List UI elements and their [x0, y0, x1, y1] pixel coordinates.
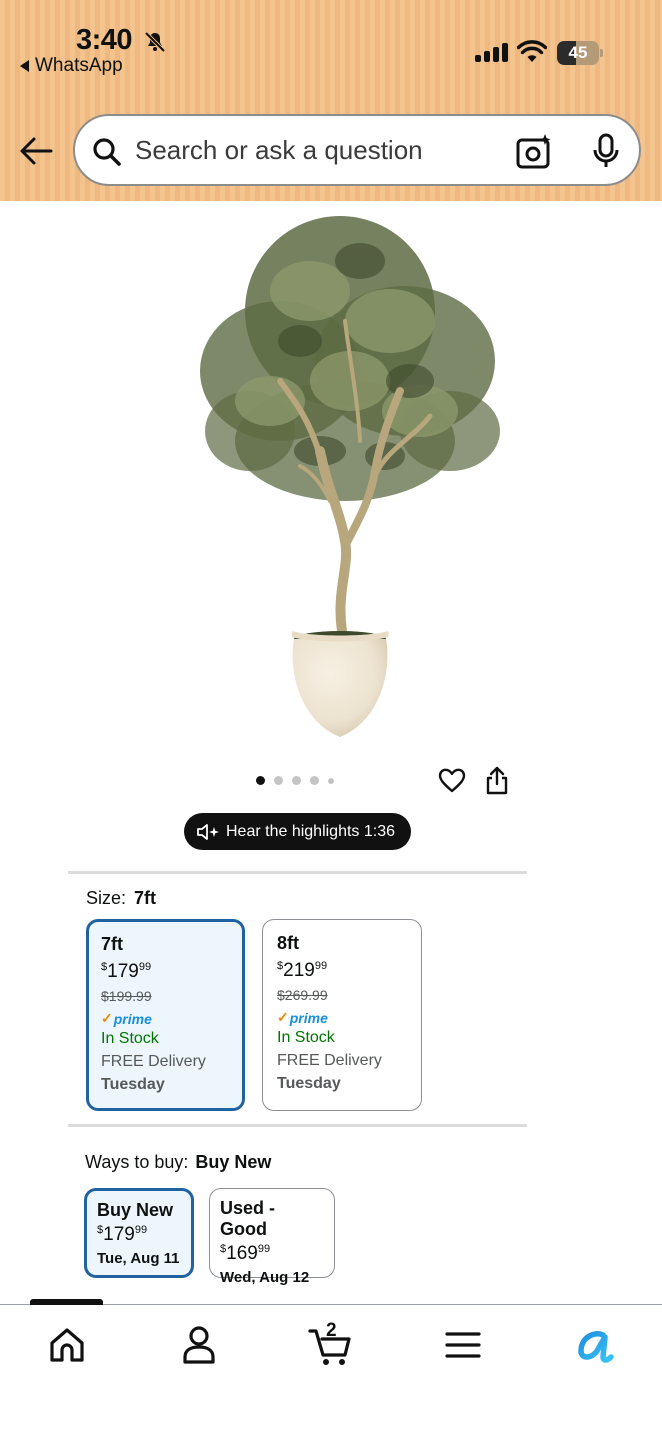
- bottom-tab-bar: 2: [0, 1299, 662, 1440]
- ways-to-buy-label: Ways to buy: Buy New: [85, 1152, 271, 1173]
- carousel-dot[interactable]: [256, 776, 265, 785]
- buy-option-title: Buy New: [97, 1200, 174, 1220]
- ways-selected-value: Buy New: [195, 1152, 272, 1172]
- bell-off-icon: [144, 31, 166, 53]
- back-arrow-icon[interactable]: [18, 134, 54, 168]
- size-option-was-price: $199.99: [101, 988, 152, 1004]
- wifi-icon: [517, 40, 547, 62]
- delivery-label: FREE Delivery: [101, 1053, 206, 1070]
- search-input[interactable]: [135, 132, 505, 168]
- size-option-8ft[interactable]: 8ft $21999 $269.99 ✓ prime In Stock FREE …: [262, 919, 422, 1111]
- ways-label: Ways to buy:: [85, 1152, 189, 1172]
- active-tab-indicator: [30, 1299, 103, 1305]
- rufus-icon[interactable]: [573, 1323, 617, 1367]
- carousel-dots[interactable]: [256, 776, 334, 785]
- size-option-price: $21999: [277, 960, 328, 981]
- cart-count-badge: 2: [326, 1320, 337, 1341]
- divider: [68, 1124, 527, 1127]
- back-app-label: WhatsApp: [35, 55, 123, 76]
- buy-new-option[interactable]: Buy New $17999 Tue, Aug 11: [84, 1188, 194, 1278]
- buy-option-date: Wed, Aug 12: [220, 1269, 310, 1286]
- battery-icon: 45: [557, 41, 603, 65]
- home-icon[interactable]: [45, 1323, 89, 1367]
- product-image[interactable]: [160, 201, 530, 746]
- size-option-price: $17999: [101, 961, 152, 982]
- buy-option-date: Tue, Aug 11: [97, 1250, 180, 1267]
- battery-percent: 45: [568, 43, 588, 62]
- cart-button[interactable]: 2: [308, 1320, 354, 1367]
- size-option-7ft[interactable]: 7ft $17999 $199.99 ✓ prime In Stock FREE …: [86, 919, 245, 1111]
- prime-badge: ✓ prime: [101, 1010, 152, 1027]
- delivery-day: Tuesday: [101, 1076, 165, 1093]
- hear-highlights-label: Hear the highlights 1:36: [226, 822, 395, 840]
- stock-status: In Stock: [101, 1030, 159, 1047]
- microphone-icon[interactable]: [591, 133, 621, 171]
- divider: [68, 871, 527, 874]
- search-bar[interactable]: [73, 114, 641, 186]
- size-selected-value: 7ft: [134, 888, 157, 908]
- size-selector-label: Size: 7ft: [86, 888, 156, 909]
- carousel-dot[interactable]: [292, 776, 301, 785]
- back-to-app-link[interactable]: WhatsApp: [20, 55, 123, 77]
- size-option-title: 7ft: [101, 934, 123, 954]
- stock-status: In Stock: [277, 1029, 335, 1046]
- camera-lens-icon[interactable]: [515, 133, 553, 171]
- carousel-dot[interactable]: [310, 776, 319, 785]
- heart-icon[interactable]: [438, 767, 466, 795]
- account-icon[interactable]: [177, 1323, 221, 1367]
- prime-check-icon: ✓: [101, 1010, 113, 1026]
- delivery-day: Tuesday: [277, 1075, 341, 1092]
- cellular-signal-icon: [475, 43, 508, 62]
- search-icon: [93, 138, 121, 166]
- status-time: 3:40: [76, 24, 133, 56]
- hear-highlights-button[interactable]: Hear the highlights 1:36: [184, 813, 411, 850]
- menu-icon[interactable]: [441, 1323, 485, 1367]
- size-option-was-price: $269.99: [277, 987, 328, 1003]
- header: 3:40 WhatsApp 45: [0, 0, 662, 201]
- back-triangle-icon: [20, 60, 29, 72]
- size-option-title: 8ft: [277, 933, 299, 953]
- prime-badge: ✓ prime: [277, 1009, 328, 1026]
- prime-check-icon: ✓: [277, 1009, 289, 1025]
- delivery-label: FREE Delivery: [277, 1052, 382, 1069]
- buy-option-price: $17999: [97, 1224, 148, 1245]
- share-icon[interactable]: [484, 766, 510, 796]
- buy-option-title: Used - Good: [220, 1198, 276, 1239]
- size-label: Size:: [86, 888, 127, 908]
- used-good-option[interactable]: Used - Good $16999 Wed, Aug 12: [209, 1188, 335, 1286]
- buy-option-price: $16999: [220, 1243, 271, 1264]
- carousel-dot[interactable]: [328, 777, 334, 784]
- carousel-dot[interactable]: [274, 776, 283, 785]
- speaker-sparkle-icon: [197, 823, 219, 840]
